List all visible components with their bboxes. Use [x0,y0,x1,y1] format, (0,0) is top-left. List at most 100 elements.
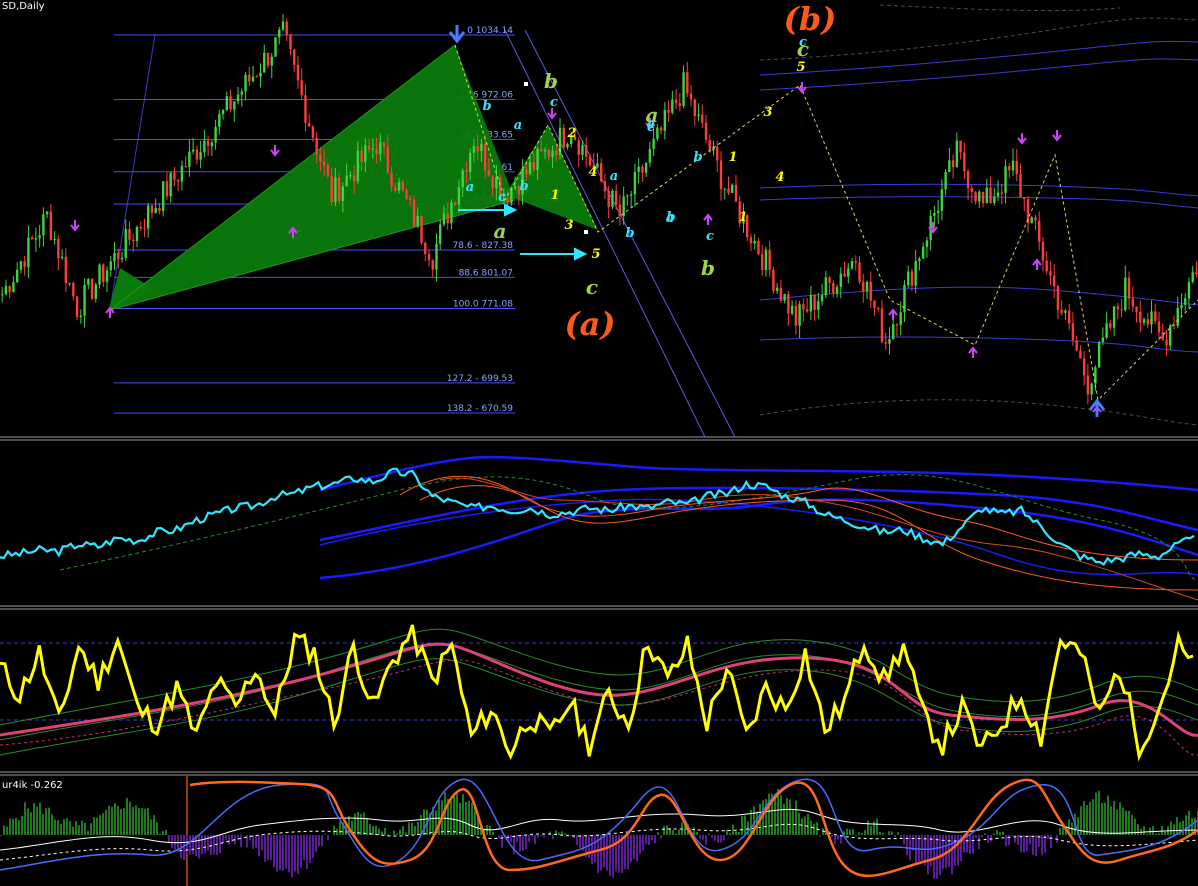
candle-body [206,140,210,147]
candle-body [652,138,655,149]
candle-body [266,52,270,66]
candle-body [132,239,135,242]
chart-canvas[interactable]: SD,Daily 0 1034.1423.6 972.0638.2 933.65… [0,0,1198,886]
histogram-bar [1086,804,1088,835]
histogram-bar [108,805,110,835]
histogram-bar [291,835,293,878]
candle-body [828,277,831,283]
histogram-bar [213,835,215,855]
histogram-bar [450,800,452,835]
fib-level-label: 88.6 801.07 [459,268,513,278]
wave-label: b [625,226,634,241]
histogram-bar [807,813,809,835]
candle-body [113,253,116,262]
histogram-bar [927,835,929,875]
candle-body [588,156,592,166]
candle-body [667,110,670,113]
candle-body [83,284,86,316]
candle-body [749,237,753,244]
histogram-bar [144,808,146,835]
histogram-bar [564,833,566,835]
histogram-bar [60,823,62,835]
histogram-bar [1017,835,1019,845]
candle-body [978,191,981,202]
histogram-bar [369,823,371,835]
histogram-bar [984,833,986,835]
candle-body [532,162,536,170]
candle-body [394,187,397,191]
histogram-bar [561,831,563,835]
candle-body [337,177,341,201]
histogram-bar [81,820,83,835]
candle-body [536,148,539,170]
wave-label: c [706,229,714,244]
histogram-bar [498,835,500,839]
histogram-bar [294,835,296,872]
histogram-bar [1161,826,1163,835]
histogram-bar [1176,816,1178,835]
candle-body [772,269,775,291]
candle-body [663,110,667,131]
candle-body [147,205,150,229]
histogram-bar [1137,823,1139,835]
histogram-bar [978,835,980,850]
candle-body [161,181,165,211]
candle-body [865,281,869,292]
candle-body [27,237,30,268]
candle-body [543,149,547,152]
histogram-bar [576,835,578,846]
histogram-bar [726,829,728,835]
candle-body [1086,375,1090,395]
histogram-bar [18,820,20,835]
histogram-bar [189,835,191,855]
histogram-bar [570,835,572,837]
candle-body [581,145,584,155]
candle-body [1146,319,1149,325]
candle-body [656,127,659,139]
candle-body [34,238,38,240]
histogram-bar [516,835,518,843]
candle-body [1180,304,1183,309]
candle-body [981,191,985,204]
candle-body [603,181,607,192]
histogram-bar [591,835,593,865]
histogram-bar [93,817,95,835]
histogram-bar [1107,795,1109,835]
histogram-bar [354,813,356,835]
candle-body [764,249,768,270]
candle-body [719,160,723,189]
candle-body [1139,311,1142,323]
histogram-bar [126,798,128,835]
histogram-bar [678,829,680,835]
histogram-bar [1059,828,1061,835]
candle-body [974,191,977,202]
candle-body [229,96,232,110]
histogram-bar [1182,820,1184,835]
candle-body [760,254,764,270]
candle-body [1060,309,1063,313]
histogram-bar [54,819,56,835]
histogram-bar [183,835,185,861]
candle-body [858,262,861,282]
histogram-bar [966,835,968,853]
candle-body [802,304,805,310]
candle-body [188,151,191,167]
fib-level-label: 0 1034.14 [467,26,513,36]
candle-body [169,172,172,197]
histogram-bar [297,835,299,874]
histogram-bar [648,835,650,846]
candle-body [963,152,966,172]
candle-body [525,169,528,175]
histogram-bar [888,831,890,835]
histogram-bar [72,826,74,835]
candle-body [8,285,11,293]
candle-body [176,179,180,182]
candle-body [880,308,884,342]
histogram-bar [1083,801,1085,835]
histogram-bar [1122,807,1124,835]
histogram-bar [633,835,635,860]
histogram-bar [1185,815,1187,835]
candle-body [813,294,816,310]
histogram-bar [198,835,200,859]
histogram-bar [1173,824,1175,835]
